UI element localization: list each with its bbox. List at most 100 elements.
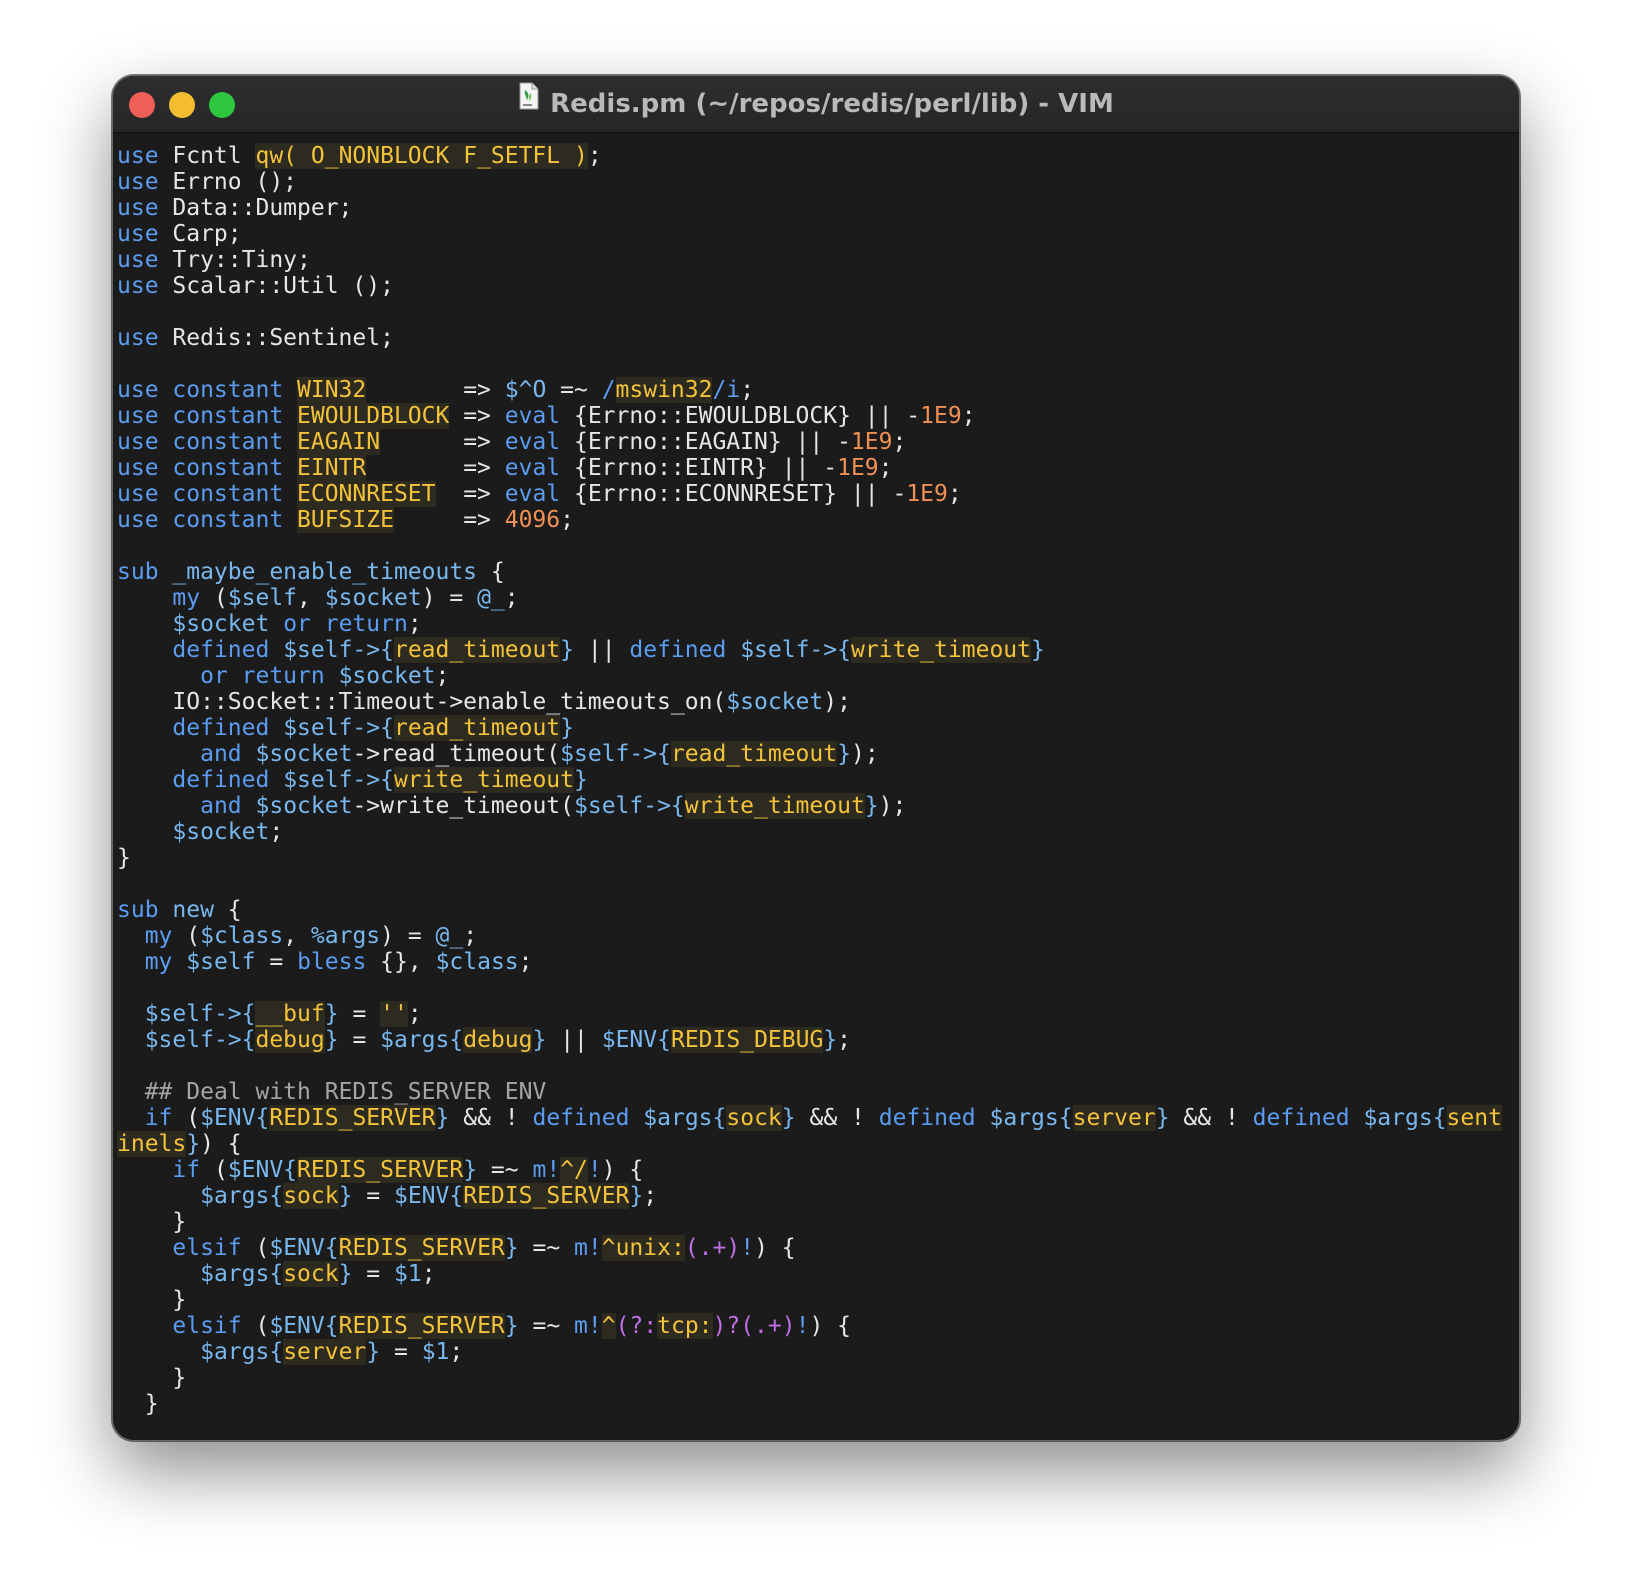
code-line[interactable] [117,351,1519,377]
code-token: {Errno::ECONNRESET} || - [560,481,907,507]
code-line[interactable]: or return $socket; [117,663,1519,689]
code-token: $ENV{ [601,1027,671,1053]
code-token: , [297,585,325,611]
code-line[interactable]: inels}) { [117,1131,1519,1157]
code-token: server [283,1339,367,1365]
code-token: && ! [1169,1105,1253,1131]
code-token: inels [117,1131,187,1157]
code-token: $args{ [200,1339,284,1365]
code-line[interactable]: use Scalar::Util (); [117,273,1519,299]
code-line[interactable]: $args{server} = $1; [117,1339,1519,1365]
code-line[interactable]: $self->{__buf} = ''; [117,1001,1519,1027]
code-token: debug [255,1027,325,1053]
code-line[interactable]: my ($self, $socket) = @_; [117,585,1519,611]
code-line[interactable]: defined $self->{read_timeout} || defined… [117,637,1519,663]
code-token: ^/ [560,1157,588,1183]
code-line[interactable]: use constant EINTR => eval {Errno::EINTR… [117,455,1519,481]
code-line[interactable]: use Try::Tiny; [117,247,1519,273]
code-line[interactable] [117,975,1519,1001]
code-token: } [117,845,131,871]
code-token: ; [892,429,907,455]
code-line[interactable]: use constant BUFSIZE => 4096; [117,507,1519,533]
code-token: ! [587,1157,602,1183]
window-title: Redis.pm (~/repos/redis/perl/lib) - VIM [550,89,1114,119]
code-token: 1E9 [906,481,948,507]
code-line[interactable]: elsif ($ENV{REDIS_SERVER} =~ m!^unix:(.+… [117,1235,1519,1261]
code-token: $class [435,949,519,975]
code-line[interactable]: if ($ENV{REDIS_SERVER} =~ m!^/!) { [117,1157,1519,1183]
code-token: read_timeout [393,715,561,741]
code-line[interactable]: defined $self->{write_timeout} [117,767,1519,793]
code-token: && ! [795,1105,879,1131]
code-line[interactable]: use constant EAGAIN => eval {Errno::EAGA… [117,429,1519,455]
code-line[interactable]: if ($ENV{REDIS_SERVER} && ! defined $arg… [117,1105,1519,1131]
code-token: ! [795,1313,810,1339]
code-token: EAGAIN [297,429,381,455]
code-line[interactable]: defined $self->{read_timeout} [117,715,1519,741]
code-line[interactable]: ## Deal with REDIS_SERVER ENV [117,1079,1519,1105]
code-line[interactable]: $args{sock} = $ENV{REDIS_SERVER}; [117,1183,1519,1209]
code-token: ( [241,1235,270,1261]
code-token: and [200,741,242,767]
code-line[interactable]: } [117,1391,1519,1417]
code-line[interactable]: $socket or return; [117,611,1519,637]
code-line[interactable]: my ($class, %args) = @_; [117,923,1519,949]
code-token: m! [574,1235,602,1261]
code-line[interactable]: use Carp; [117,221,1519,247]
code-token: ( [172,1105,201,1131]
code-token: $ENV{ [269,1313,339,1339]
title-bar[interactable]: Redis.pm (~/repos/redis/perl/lib) - VIM [113,76,1519,133]
code-token: defined [878,1105,976,1131]
code-token: $socket [172,611,270,637]
code-token: => [449,403,505,429]
code-line[interactable]: my $self = bless {}, $class; [117,949,1519,975]
code-token: use [117,143,159,169]
code-line[interactable]: use Errno (); [117,169,1519,195]
code-line[interactable]: sub _maybe_enable_timeouts { [117,559,1519,585]
code-line[interactable]: and $socket->write_timeout($self->{write… [117,793,1519,819]
code-token: } [532,1027,547,1053]
code-token: ; [407,611,422,637]
code-line[interactable]: IO::Socket::Timeout->enable_timeouts_on(… [117,689,1519,715]
code-line[interactable]: $socket; [117,819,1519,845]
code-line[interactable]: } [117,1287,1519,1313]
code-editor[interactable]: use Fcntl qw( O_NONBLOCK F_SETFL ); use E… [117,133,1519,1440]
code-token: defined [172,637,270,663]
code-token: 1E9 [850,429,893,455]
code-token: || [546,1027,602,1053]
code-line[interactable]: use Fcntl qw( O_NONBLOCK F_SETFL ); [117,143,1519,169]
code-line[interactable]: } [117,845,1519,871]
code-line[interactable]: } [117,1365,1519,1391]
code-token: use constant [117,455,298,481]
code-line[interactable]: use constant ECONNRESET => eval {Errno::… [117,481,1519,507]
code-line[interactable]: $self->{debug} = $args{debug} || $ENV{RE… [117,1027,1519,1053]
code-token: ) { [200,1131,242,1157]
code-line[interactable]: use constant EWOULDBLOCK => eval {Errno:… [117,403,1519,429]
code-line[interactable]: elsif ($ENV{REDIS_SERVER} =~ m!^(?:tcp:)… [117,1313,1519,1339]
code-token: read_timeout [670,741,838,767]
code-line[interactable]: sub new { [117,897,1519,923]
code-token: $^O [504,377,547,403]
code-token: ; [560,507,574,533]
code-line[interactable]: $args{sock} = $1; [117,1261,1519,1287]
code-token: Scalar::Util (); [158,273,394,299]
code-token: my [144,949,173,975]
code-token: Data::Dumper; [158,195,353,221]
code-token: @_ [435,923,464,949]
code-token: } [573,767,588,793]
code-line[interactable] [117,299,1519,325]
code-line[interactable]: } [117,1209,1519,1235]
code-line[interactable] [117,1053,1519,1079]
code-line[interactable]: use Data::Dumper; [117,195,1519,221]
vim-window: Redis.pm (~/repos/redis/perl/lib) - VIM … [112,75,1520,1441]
code-token: $self [186,949,256,975]
code-line[interactable]: use Redis::Sentinel; [117,325,1519,351]
code-line[interactable]: use constant WIN32 => $^O =~ /mswin32/i; [117,377,1519,403]
code-line[interactable]: and $socket->read_timeout($self->{read_t… [117,741,1519,767]
code-token: sub [117,897,173,923]
code-line[interactable] [117,533,1519,559]
code-line[interactable] [117,871,1519,897]
